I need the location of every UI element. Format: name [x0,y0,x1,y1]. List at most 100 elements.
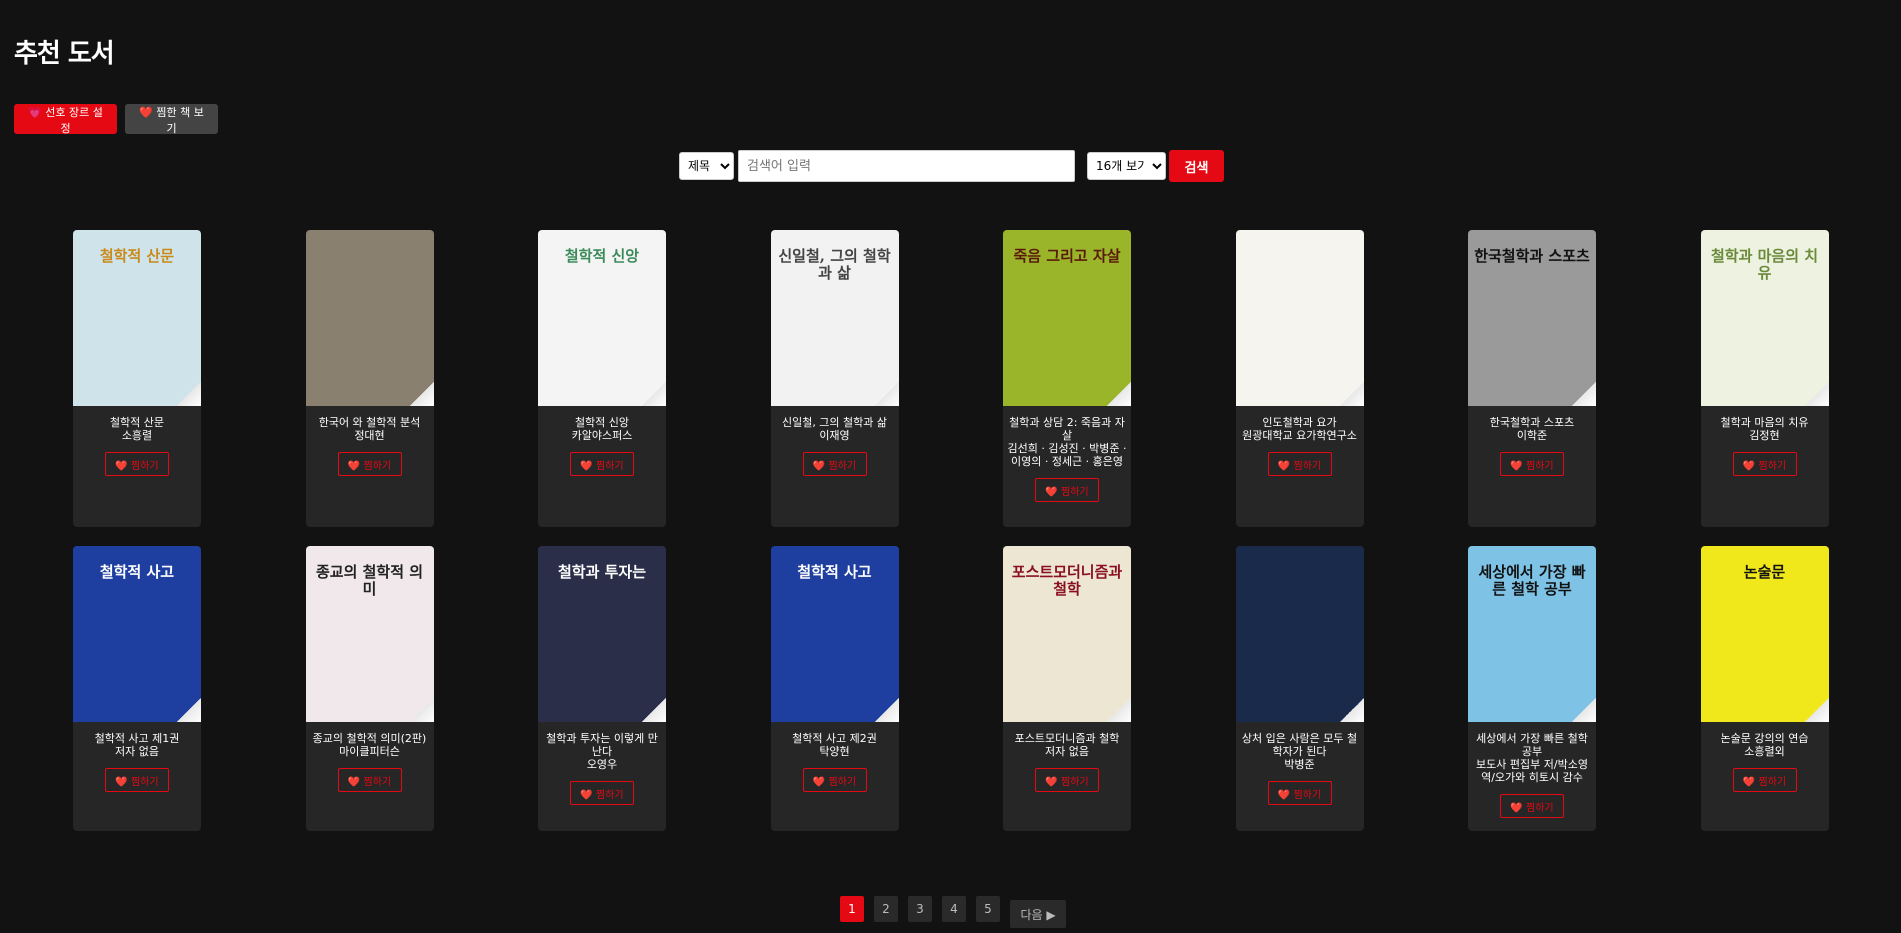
book-title: 신일철, 그의 철학과 삶 [781,416,888,429]
favorite-button[interactable]: ❤️ 찜하기 [802,768,867,792]
book-cover-text: 철학적 사고 [99,563,175,581]
page-title: 추천 도서 [14,39,115,69]
book-cover-text: 죽음 그리고 자살 [1013,247,1121,265]
book-card[interactable]: 한국어 와 철학적 분석 정대현 ❤️ 찜하기 [305,230,434,527]
book-title: 철학과 마음의 치유 [1720,416,1809,429]
book-author: 김선희 · 김성진 · 박병준 · 이영의 · 정세근 · 홍은영 [1007,442,1127,468]
book-info: 신일철, 그의 철학과 삶 이재영 [775,406,895,442]
genre-settings-button[interactable]: 💗 선호 장르 설정 [14,104,117,135]
book-title: 포스트모더니즘과 철학 [1014,732,1120,745]
book-card[interactable]: 죽음 그리고 자살철학과 상담 2: 죽음과 자살 김선희 · 김성진 · 박병준… [1003,230,1131,527]
next-page-button[interactable]: 다음 ▶ [1010,900,1066,928]
book-cover[interactable] [1235,546,1364,722]
book-cover[interactable]: 종교의 철학적 의미 [305,546,434,722]
book-cover[interactable]: 논술문 [1700,546,1829,722]
book-title: 철학적 사고 제1권 [94,732,180,745]
book-cover-text: 신일철, 그의 철학과 삶 [778,247,891,283]
book-title: 철학과 상담 2: 죽음과 자살 [1009,416,1125,442]
page-curl [1107,698,1131,722]
book-cover[interactable]: 죽음 그리고 자살 [1003,230,1131,406]
book-author: 카알야스퍼스 [571,429,633,442]
page-size-select[interactable]: 16개 보기 [1087,152,1166,180]
book-title: 종교의 철학적 의미(2판) [312,732,427,745]
favorite-button[interactable]: ❤️ 찜하기 [570,781,634,805]
book-cover[interactable]: 철학과 마음의 치유 [1700,230,1829,406]
book-card[interactable]: 철학적 산문 철학적 산문 소흥렬 ❤️ 찜하기 [73,230,201,527]
favorite-button[interactable]: ❤️ 찜하기 [1500,452,1564,476]
book-title: 철학적 신앙 [574,416,630,429]
book-cover[interactable] [305,230,434,406]
book-info: 인도철학과 요가 원광대학교 요가학연구소 [1240,406,1360,442]
search-input[interactable] [738,150,1075,182]
book-info: 철학과 마음의 치유 김정현 [1705,406,1825,442]
favorite-button[interactable]: ❤️ 찜하기 [1732,768,1797,792]
book-author: 정대현 [354,429,385,442]
favorite-button[interactable]: ❤️ 찜하기 [802,452,867,476]
book-title: 인도철학과 요가 [1262,416,1337,429]
book-author: 오영우 [586,758,618,771]
search-field-select[interactable]: 제목 [679,152,734,180]
book-author: 김정현 [1749,429,1780,442]
book-cover[interactable]: 한국철학과 스포츠 [1468,230,1596,406]
search-button[interactable]: 검색 [1169,150,1224,182]
page-button-1[interactable]: 1 [840,896,864,922]
book-cover[interactable]: 철학적 사고 [770,546,899,722]
book-card[interactable]: 인도철학과 요가 원광대학교 요가학연구소 ❤️ 찜하기 [1235,230,1364,527]
book-author: 탁양현 [819,745,850,758]
book-card[interactable]: 신일철, 그의 철학과 삶 신일철, 그의 철학과 삶 이재영 ❤️ 찜하기 [770,230,899,527]
book-cover[interactable]: 철학적 신앙 [538,230,666,406]
book-cover[interactable]: 포스트모더니즘과 철학 [1003,546,1131,722]
book-card[interactable]: 철학적 사고철학적 사고 제2권 탁양현 ❤️ 찜하기 [770,546,899,831]
book-cover[interactable]: 세상에서 가장 빠른 철학 공부 [1468,546,1596,722]
book-cover-text: 철학과 투자는 [557,563,647,581]
page-button-4[interactable]: 4 [942,896,966,922]
book-card[interactable]: 논술문 논술문 강의의 연습 소흥렬외 ❤️ 찜하기 [1700,546,1829,831]
book-card[interactable]: 한국철학과 스포츠 한국철학과 스포츠 이학준 ❤️ 찜하기 [1468,230,1596,527]
favorite-button[interactable]: ❤️ 찜하기 [1035,768,1099,792]
page-button-3[interactable]: 3 [908,896,932,922]
favorite-button[interactable]: ❤️ 찜하기 [1035,478,1099,502]
favorite-button[interactable]: ❤️ 찜하기 [337,452,402,476]
book-card[interactable]: 종교의 철학적 의미 종교의 철학적 의미(2판) 마이클피터슨 ❤️ 찜하기 [305,546,434,831]
book-card[interactable]: 상처 입은 사람은 모두 철학자가 된다 박병준 ❤️ 찜하기 [1235,546,1364,831]
page-curl [1339,698,1364,722]
page-curl [1804,698,1829,722]
book-author: 저자 없음 [115,745,159,758]
book-cover-text: 철학과 마음의 치유 [1710,247,1819,283]
book-title: 한국어 와 철학적 분석 [318,416,421,429]
book-title: 철학적 산문 [109,416,165,429]
book-cover[interactable]: 철학적 산문 [73,230,201,406]
page-curl [409,382,434,406]
book-card[interactable]: 세상에서 가장 빠른 철학 공부 세상에서 가장 빠른 철학 공부 보도사 편집부 … [1468,546,1596,831]
page-button-5[interactable]: 5 [976,896,1000,922]
favorite-button[interactable]: ❤️ 찜하기 [1267,781,1332,805]
favorite-button[interactable]: ❤️ 찜하기 [337,768,402,792]
book-card[interactable]: 철학과 투자는 철학과 투자는 이렇게 만난다 오영우 ❤️ 찜하기 [538,546,666,831]
book-card[interactable]: 철학적 사고철학적 사고 제1권 저자 없음 ❤️ 찜하기 [73,546,201,831]
favorite-button[interactable]: ❤️ 찜하기 [1267,452,1332,476]
page-curl [1804,382,1829,406]
favorites-view-button[interactable]: ❤️ 찜한 책 보기 [125,104,218,135]
book-cover[interactable] [1235,230,1364,406]
book-card[interactable]: 철학적 신앙 철학적 신앙 카알야스퍼스 ❤️ 찜하기 [538,230,666,527]
book-cover[interactable]: 철학과 투자는 [538,546,666,722]
book-info: 한국어 와 철학적 분석 정대현 [310,406,430,442]
favorite-button[interactable]: ❤️ 찜하기 [105,768,169,792]
favorite-button[interactable]: ❤️ 찜하기 [105,452,169,476]
book-author: 보도사 편집부 저/박소영 역/오가와 히토시 감수 [1476,758,1588,784]
book-info: 논술문 강의의 연습 소흥렬외 [1705,722,1825,758]
page-curl [177,698,201,722]
book-title: 철학적 사고 제2권 [792,732,877,745]
favorite-button[interactable]: ❤️ 찜하기 [1500,794,1564,818]
book-cover-text: 세상에서 가장 빠른 철학 공부 [1478,563,1586,599]
book-cover[interactable]: 신일철, 그의 철학과 삶 [770,230,899,406]
book-cover[interactable]: 철학적 사고 [73,546,201,722]
book-card[interactable]: 포스트모더니즘과 철학 포스트모더니즘과 철학 저자 없음 ❤️ 찜하기 [1003,546,1131,831]
page-button-2[interactable]: 2 [874,896,898,922]
favorite-button[interactable]: ❤️ 찜하기 [570,452,634,476]
book-info: 상처 입은 사람은 모두 철학자가 된다 박병준 [1240,722,1360,771]
book-card[interactable]: 철학과 마음의 치유 철학과 마음의 치유 김정현 ❤️ 찜하기 [1700,230,1829,527]
favorite-button[interactable]: ❤️ 찜하기 [1732,452,1797,476]
book-cover-text: 종교의 철학적 의미 [315,563,424,599]
page-curl [1107,382,1131,406]
